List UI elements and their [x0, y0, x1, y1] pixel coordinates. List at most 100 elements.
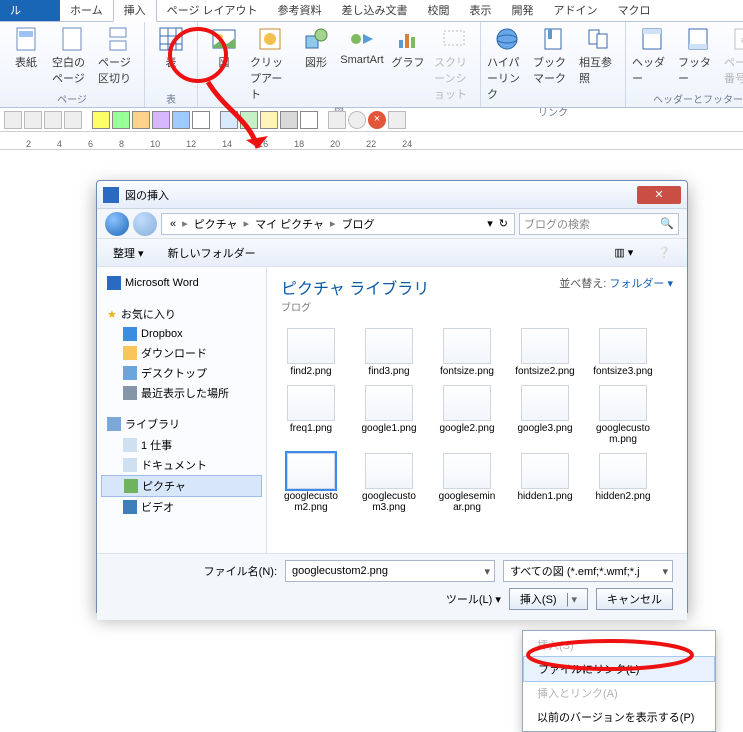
- qb-icon[interactable]: [24, 111, 42, 129]
- file-item[interactable]: google3.png: [515, 385, 575, 445]
- qb-close-icon[interactable]: ×: [368, 111, 386, 129]
- color-swatch[interactable]: [220, 111, 238, 129]
- btn-shapes[interactable]: 図形: [296, 26, 336, 102]
- file-item[interactable]: find3.png: [359, 328, 419, 377]
- sort-control[interactable]: 並べ替え: フォルダー ▾: [559, 275, 673, 314]
- new-folder-button[interactable]: 新しいフォルダー: [160, 242, 264, 264]
- color-swatch[interactable]: [152, 111, 170, 129]
- btn-picture[interactable]: 図: [204, 26, 244, 102]
- label: ハイパーリンク: [487, 54, 527, 102]
- sidebar-item[interactable]: 1 仕事: [101, 435, 262, 455]
- qb-icon[interactable]: [44, 111, 62, 129]
- close-button[interactable]: ✕: [637, 186, 681, 204]
- btn-smartart[interactable]: SmartArt: [342, 26, 382, 102]
- tab-file[interactable]: ファイル: [0, 0, 60, 21]
- sidebar-item-pictures[interactable]: ピクチャ: [101, 475, 262, 497]
- btn-hyperlink[interactable]: ハイパーリンク: [487, 26, 527, 102]
- tab-review[interactable]: 校閲: [418, 0, 460, 21]
- btn-bookmark[interactable]: ブックマーク: [533, 26, 573, 102]
- organize-button[interactable]: 整理 ▾: [105, 242, 152, 264]
- crumb[interactable]: «: [168, 218, 178, 230]
- sidebar-item[interactable]: デスクトップ: [101, 363, 262, 383]
- file-item[interactable]: hidden1.png: [515, 453, 575, 513]
- file-item[interactable]: google2.png: [437, 385, 497, 445]
- file-item[interactable]: googlecustom3.png: [359, 453, 419, 513]
- file-item[interactable]: freq1.png: [281, 385, 341, 445]
- sidebar-item[interactable]: ビデオ: [101, 497, 262, 517]
- file-type-select[interactable]: すべての図 (*.emf;*.wmf;*.j: [503, 560, 673, 582]
- btn-cover-page[interactable]: 表紙: [6, 26, 46, 86]
- qb-icon[interactable]: [348, 111, 366, 129]
- tab-home[interactable]: ホーム: [60, 0, 113, 21]
- file-name: fontsize2.png: [515, 366, 575, 377]
- file-item[interactable]: fontsize.png: [437, 328, 497, 377]
- color-swatch[interactable]: [132, 111, 150, 129]
- qb-icon[interactable]: [64, 111, 82, 129]
- file-item[interactable]: google1.png: [359, 385, 419, 445]
- color-swatch[interactable]: [260, 111, 278, 129]
- tab-references[interactable]: 参考資料: [268, 0, 332, 21]
- color-swatch[interactable]: [280, 111, 298, 129]
- insert-split-button[interactable]: 挿入(S): [509, 588, 588, 610]
- nav-back-button[interactable]: [105, 212, 129, 236]
- tab-insert[interactable]: 挿入: [113, 0, 157, 22]
- sidebar-app[interactable]: Microsoft Word: [101, 273, 262, 293]
- dialog-titlebar[interactable]: 図の挿入 ✕: [97, 181, 687, 209]
- file-item[interactable]: fontsize2.png: [515, 328, 575, 377]
- color-swatch[interactable]: [300, 111, 318, 129]
- search-input[interactable]: ブログの検索 🔍: [519, 213, 679, 235]
- menu-item-previous-versions[interactable]: 以前のバージョンを表示する(P): [523, 705, 715, 729]
- file-item[interactable]: hidden2.png: [593, 453, 653, 513]
- color-swatch[interactable]: [172, 111, 190, 129]
- btn-header[interactable]: ヘッダー: [632, 26, 672, 86]
- btn-chart[interactable]: グラフ: [388, 26, 428, 102]
- sidebar-libraries[interactable]: ライブラリ: [101, 413, 262, 435]
- tab-addin[interactable]: アドイン: [544, 0, 608, 21]
- sidebar-item[interactable]: Dropbox: [101, 325, 262, 343]
- file-item[interactable]: googlecustom2.png: [281, 453, 341, 513]
- qb-icon[interactable]: [388, 111, 406, 129]
- file-item[interactable]: googleseminar.png: [437, 453, 497, 513]
- btn-clipart[interactable]: クリップアート: [250, 26, 290, 102]
- tools-button[interactable]: ツール(L) ▾: [446, 591, 501, 607]
- tab-view[interactable]: 表示: [460, 0, 502, 21]
- menu-item-insert-and-link[interactable]: 挿入とリンク(A): [523, 681, 715, 705]
- sidebar-item[interactable]: ドキュメント: [101, 455, 262, 475]
- ribbon-group-header-footer: ヘッダー フッター # ページ番号 ヘッダーとフッター: [626, 22, 743, 107]
- file-item[interactable]: find2.png: [281, 328, 341, 377]
- btn-blank-page[interactable]: 空白のページ: [52, 26, 92, 86]
- sidebar-item[interactable]: 最近表示した場所: [101, 383, 262, 403]
- file-item[interactable]: fontsize3.png: [593, 328, 653, 377]
- btn-page-break[interactable]: ページ区切り: [98, 26, 138, 86]
- nav-forward-button[interactable]: [133, 212, 157, 236]
- view-options-button[interactable]: ▥ ▾: [606, 243, 641, 262]
- menu-item-link-to-file[interactable]: ファイルにリンク(L): [523, 656, 715, 682]
- qb-icon[interactable]: [328, 111, 346, 129]
- file-item[interactable]: googlecustom.png: [593, 385, 653, 445]
- tab-mailmerge[interactable]: 差し込み文書: [332, 0, 418, 21]
- menu-item-insert[interactable]: 挿入(S): [523, 633, 715, 657]
- help-button[interactable]: ❔: [649, 243, 679, 262]
- qb-icon[interactable]: [4, 111, 22, 129]
- sidebar-item[interactable]: ダウンロード: [101, 343, 262, 363]
- breadcrumb[interactable]: « ▸ ピクチャ ▸ マイ ピクチャ ▸ ブログ ▾ ↻: [161, 213, 515, 235]
- chevron-down-icon[interactable]: ▾: [487, 217, 493, 230]
- sidebar-favorites[interactable]: ★お気に入り: [101, 303, 262, 325]
- tab-pagelayout[interactable]: ページ レイアウト: [157, 0, 268, 21]
- crumb[interactable]: マイ ピクチャ: [253, 216, 326, 232]
- btn-footer[interactable]: フッター: [678, 26, 718, 86]
- file-name-input[interactable]: googlecustom2.png: [285, 560, 495, 582]
- color-swatch[interactable]: [240, 111, 258, 129]
- cancel-button[interactable]: キャンセル: [596, 588, 673, 610]
- color-swatch[interactable]: [112, 111, 130, 129]
- color-swatch[interactable]: [92, 111, 110, 129]
- btn-crossref[interactable]: 相互参照: [579, 26, 619, 102]
- crumb[interactable]: ブログ: [340, 216, 377, 232]
- color-swatch[interactable]: [192, 111, 210, 129]
- tab-developer[interactable]: 開発: [502, 0, 544, 21]
- sort-value[interactable]: フォルダー ▾: [609, 278, 673, 290]
- btn-table[interactable]: 表: [151, 26, 191, 70]
- refresh-icon[interactable]: ↻: [499, 217, 508, 230]
- tab-macro[interactable]: マクロ: [608, 0, 661, 21]
- crumb[interactable]: ピクチャ: [192, 216, 240, 232]
